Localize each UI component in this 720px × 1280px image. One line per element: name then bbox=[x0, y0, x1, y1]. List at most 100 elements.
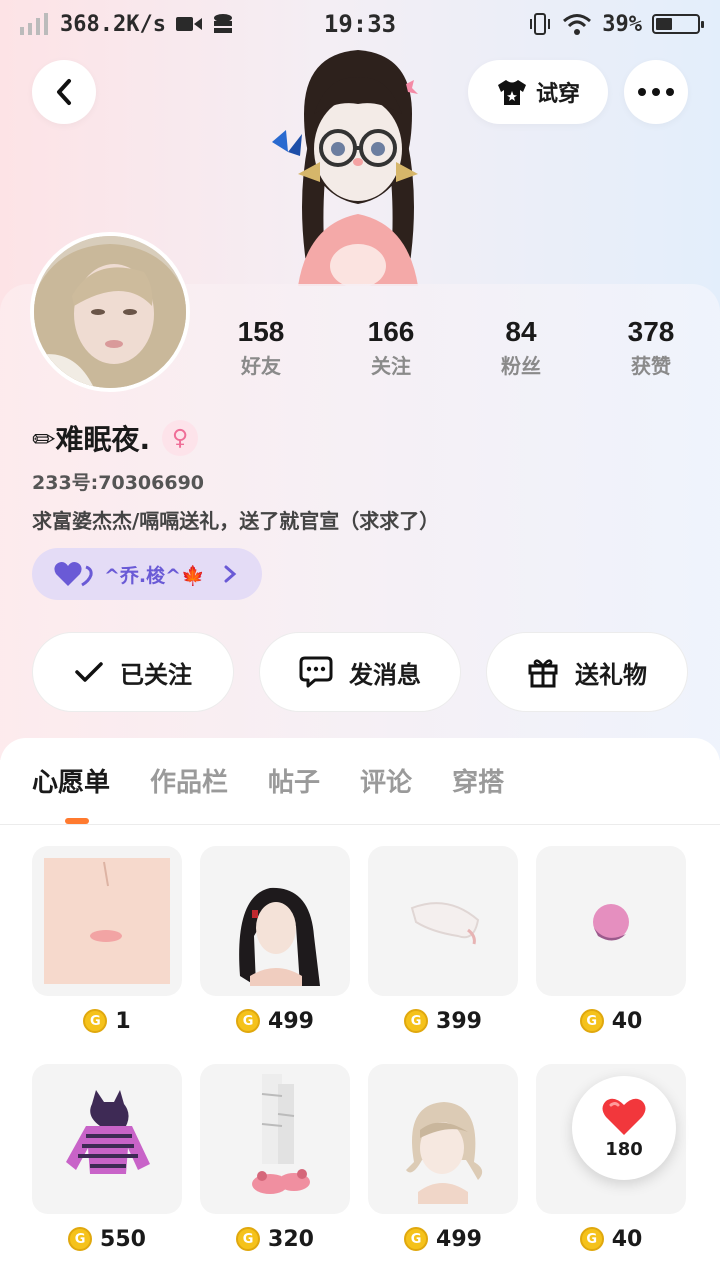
item-thumbnail bbox=[32, 846, 182, 996]
stat-friends[interactable]: 158 好友 bbox=[196, 316, 326, 379]
pink-ball-icon bbox=[593, 904, 629, 941]
stat-value: 158 bbox=[237, 316, 285, 347]
video-icon bbox=[175, 17, 202, 31]
profile-stats: 158 好友 166 关注 84 粉丝 378 获赞 bbox=[196, 316, 716, 379]
price-value: 550 bbox=[100, 1226, 146, 1252]
followed-label: 已关注 bbox=[120, 660, 192, 689]
battery-icon bbox=[652, 14, 704, 34]
send-gift-label: 送礼物 bbox=[575, 660, 647, 689]
vibrate-icon bbox=[530, 13, 551, 35]
striped-hoodie-icon bbox=[66, 1090, 150, 1174]
stat-label: 关注 bbox=[371, 354, 411, 378]
item-thumbnail bbox=[368, 846, 518, 996]
price-value: 320 bbox=[268, 1226, 314, 1252]
tab-divider bbox=[0, 824, 720, 825]
item-price: G 499 bbox=[200, 1006, 350, 1036]
relationship-name: ^乔.梭^🍁 bbox=[104, 564, 205, 587]
data-saver-icon bbox=[213, 14, 232, 33]
try-on-label: 试穿 bbox=[535, 82, 580, 107]
chevron-left-icon bbox=[57, 79, 71, 105]
wifi-icon bbox=[563, 14, 592, 35]
black-hair-icon bbox=[239, 887, 320, 986]
avatar-photo bbox=[34, 236, 186, 388]
item-price: G 550 bbox=[32, 1224, 182, 1254]
wishlist-item[interactable]: G 399 bbox=[368, 846, 518, 1036]
stat-value: 166 bbox=[367, 316, 415, 347]
chat-bubble-icon bbox=[299, 656, 333, 688]
white-feather-icon bbox=[410, 902, 480, 945]
gift-icon bbox=[528, 659, 558, 688]
nickname-row: ✏难眠夜. ♀ bbox=[32, 418, 199, 458]
item-thumbnail bbox=[200, 1064, 350, 1214]
wishlist-item[interactable]: G 550 bbox=[32, 1064, 182, 1254]
tab-works[interactable]: 作品栏 bbox=[150, 762, 228, 799]
item-thumbnail bbox=[200, 846, 350, 996]
coin-icon: G bbox=[83, 1009, 108, 1033]
coin-icon: G bbox=[579, 1227, 604, 1251]
character-avatar-illustration bbox=[272, 50, 418, 286]
tab-comments[interactable]: 评论 bbox=[360, 762, 412, 799]
coin-icon: G bbox=[68, 1227, 93, 1251]
net-speed: 368.2K/s bbox=[60, 11, 166, 37]
followed-button[interactable]: 已关注 bbox=[32, 632, 234, 712]
tab-outfits[interactable]: 穿搭 bbox=[452, 762, 504, 799]
item-price: G 40 bbox=[536, 1224, 686, 1254]
status-bar: 368.2K/s 19:33 39% bbox=[0, 0, 720, 48]
battery-fill bbox=[656, 18, 672, 30]
check-icon bbox=[75, 662, 103, 682]
back-button[interactable] bbox=[32, 60, 96, 124]
try-on-button[interactable]: 试穿 bbox=[468, 60, 608, 124]
stat-label: 粉丝 bbox=[501, 354, 541, 378]
tshirt-icon bbox=[497, 80, 526, 105]
tab-wishlist[interactable]: 心愿单 bbox=[32, 762, 110, 799]
item-price: G 40 bbox=[536, 1006, 686, 1036]
stat-label: 获赞 bbox=[631, 354, 671, 378]
coin-icon: G bbox=[236, 1227, 261, 1251]
like-count: 180 bbox=[605, 1138, 643, 1160]
stat-following[interactable]: 166 关注 bbox=[326, 316, 456, 379]
wishlist-item[interactable]: G 40 bbox=[536, 846, 686, 1036]
price-value: 1 bbox=[115, 1008, 131, 1034]
more-dots-icon bbox=[638, 88, 674, 96]
wishlist-grid: G 1 G 499 G 399 G 40 G 550 G 320 G 499 G… bbox=[32, 846, 688, 1254]
item-price: G 1 bbox=[32, 1006, 182, 1036]
coin-icon: G bbox=[404, 1009, 429, 1033]
signal-icon bbox=[20, 13, 48, 35]
stat-value: 84 bbox=[505, 316, 537, 347]
wishlist-item[interactable]: G 499 bbox=[200, 846, 350, 1036]
face-makeup-icon bbox=[44, 858, 170, 984]
heart-pair-icon bbox=[54, 562, 93, 587]
relationship-tag[interactable]: ^乔.梭^🍁 bbox=[32, 548, 262, 600]
battery-percent: 39% bbox=[602, 11, 642, 37]
stat-fans[interactable]: 84 粉丝 bbox=[456, 316, 586, 379]
female-icon: ♀ bbox=[162, 420, 199, 456]
like-float-button[interactable]: 180 bbox=[572, 1076, 676, 1180]
item-price: G 499 bbox=[368, 1224, 518, 1254]
blonde-hair-icon bbox=[406, 1102, 483, 1204]
wishlist-item[interactable]: G 1 bbox=[32, 846, 182, 1036]
item-thumbnail bbox=[368, 1064, 518, 1214]
price-value: 40 bbox=[611, 1226, 643, 1252]
send-message-button[interactable]: 发消息 bbox=[259, 632, 461, 712]
avatar[interactable] bbox=[30, 232, 190, 392]
tab-posts[interactable]: 帖子 bbox=[268, 762, 320, 799]
coin-icon: G bbox=[236, 1009, 261, 1033]
stat-likes[interactable]: 378 获赞 bbox=[586, 316, 716, 379]
profile-tabs: 心愿单 作品栏 帖子 评论 穿搭 bbox=[32, 762, 504, 799]
price-value: 399 bbox=[436, 1008, 482, 1034]
wishlist-item[interactable]: G 499 bbox=[368, 1064, 518, 1254]
coin-icon: G bbox=[579, 1009, 604, 1033]
price-value: 499 bbox=[436, 1226, 482, 1252]
bio: 求富婆杰杰/嗝嗝送礼，送了就官宣（求求了） bbox=[32, 509, 440, 533]
stat-value: 378 bbox=[627, 316, 675, 347]
more-options-button[interactable] bbox=[624, 60, 688, 124]
user-id[interactable]: 233号:70306690 bbox=[32, 468, 204, 495]
pink-slippers-icon bbox=[252, 1074, 310, 1194]
heart-icon bbox=[602, 1098, 646, 1135]
item-thumbnail bbox=[32, 1064, 182, 1214]
send-gift-button[interactable]: 送礼物 bbox=[486, 632, 688, 712]
wishlist-item[interactable]: G 320 bbox=[200, 1064, 350, 1254]
item-price: G 320 bbox=[200, 1224, 350, 1254]
item-thumbnail bbox=[536, 846, 686, 996]
coin-icon: G bbox=[404, 1227, 429, 1251]
